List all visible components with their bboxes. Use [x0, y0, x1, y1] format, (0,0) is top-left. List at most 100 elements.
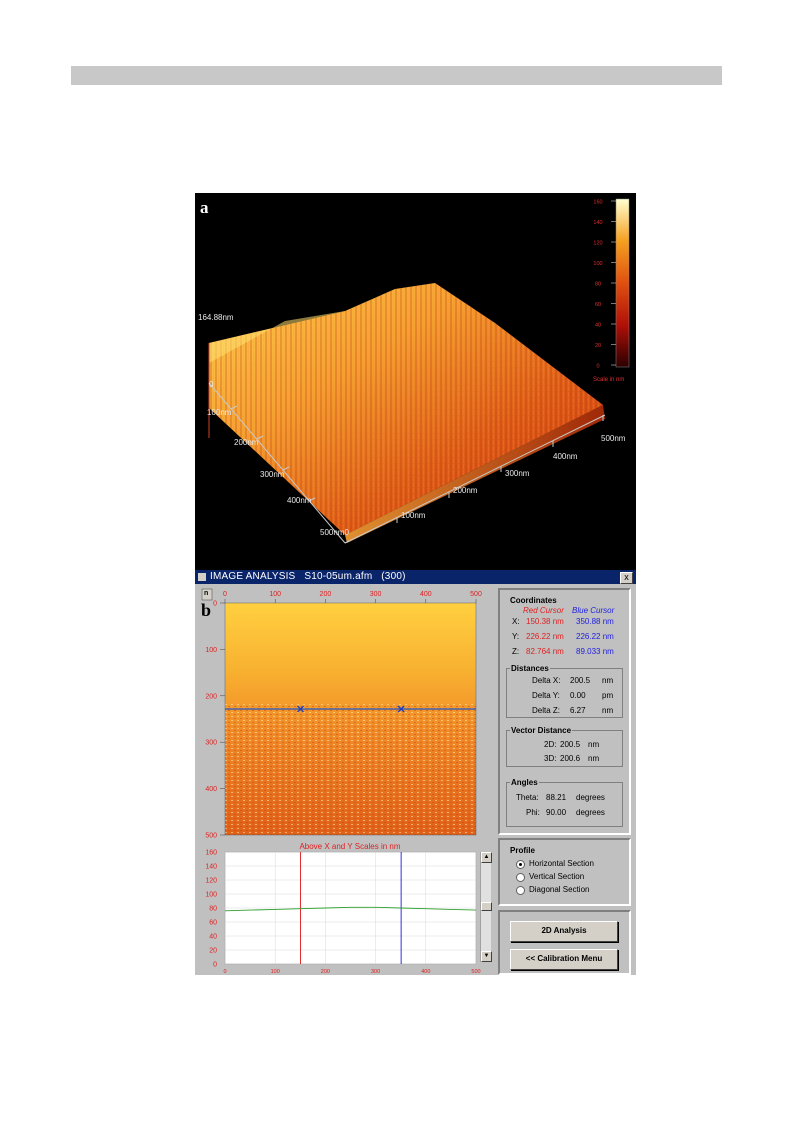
profile-y-tick-label: 20 — [209, 948, 217, 955]
blue-x-value: 350.88 nm — [576, 617, 614, 626]
delta-y-label: Delta Y: — [532, 691, 560, 700]
2d-analysis-button[interactable]: 2D Analysis — [510, 921, 618, 942]
colorbar-caption: Scale in nm — [593, 377, 624, 383]
left-axis-label: 200nm — [234, 438, 259, 447]
vector-2d-value: 200.5 — [560, 740, 581, 749]
calibration-menu-button[interactable]: << Calibration Menu — [510, 949, 618, 970]
blue-z-value: 89.033 nm — [576, 647, 614, 656]
left-axis-label: 0 — [209, 380, 214, 389]
delta-z-label: Delta Z: — [532, 706, 561, 715]
profile-y-tick-label: 0 — [213, 962, 217, 969]
phi-label: Phi: — [526, 808, 540, 817]
colorbar-tick-label: 160 — [593, 200, 602, 206]
theta-value: 88.21 — [546, 793, 567, 802]
profile-option-label: Horizontal Section — [529, 859, 594, 868]
analysis-plots: 0 100 200 300 400 500010020030040050016014012… — [195, 584, 495, 975]
profile-option-vertical[interactable]: Vertical Section — [516, 872, 626, 883]
afm-3d-panel: 164.88nm 0 100nm 200nm 300nm 400nm 500nm… — [195, 193, 636, 570]
image-y-tick-label: 0 — [213, 601, 217, 608]
image-x-tick-label: 100 — [269, 591, 281, 598]
left-axis-label: 400nm — [287, 496, 312, 505]
profile-y-tick-label: 160 — [205, 850, 217, 857]
colorbar-tick-label: 80 — [595, 282, 601, 288]
image-x-tick-label: 0 — [223, 591, 227, 598]
image-x-tick-label: 500 — [470, 591, 482, 598]
surface-texture — [209, 283, 603, 535]
profile-y-tick-label: 140 — [205, 864, 217, 871]
colorbar-tick-label: 40 — [595, 323, 601, 329]
vector-2d-label: 2D: — [544, 740, 557, 749]
profile-title: Profile — [510, 846, 535, 855]
profile-x-tick-label: 300 — [371, 969, 380, 975]
profile-y-tick-label: 80 — [209, 906, 217, 913]
panel-letter-a: a — [200, 198, 209, 217]
phi-unit: degrees — [576, 808, 605, 817]
profile-caption: Above X and Y Scales in nm — [299, 842, 400, 851]
colorbar-tick-label: 0 — [596, 364, 599, 370]
action-panel: 2D Analysis << Calibration Menu — [498, 910, 631, 975]
right-axis-label: 100nm — [401, 511, 426, 520]
delta-x-unit: nm — [602, 676, 614, 685]
coord-axis-label: X: — [512, 617, 520, 626]
coordinates-title: Coordinates — [510, 596, 557, 605]
theta-label: Theta: — [516, 793, 539, 802]
image-y-tick-label: 200 — [205, 693, 217, 700]
scroll-down-button[interactable]: ▼ — [481, 951, 492, 962]
colorbar — [615, 198, 630, 368]
scroll-up-button[interactable]: ▲ — [481, 852, 492, 863]
image-y-tick-label: 300 — [205, 740, 217, 747]
image-y-tick-label: 100 — [205, 647, 217, 654]
vector-3d-label: 3D: — [544, 754, 557, 763]
coord-axis-label: Y: — [512, 632, 520, 641]
image-y-tick-label: 400 — [205, 786, 217, 793]
profile-x-tick-label: 0 — [223, 969, 226, 975]
radio-icon[interactable] — [516, 873, 525, 882]
right-axis-label: 400nm — [553, 452, 578, 461]
profile-option-diagonal[interactable]: Diagonal Section — [516, 885, 626, 896]
delta-y-value: 0.00 — [570, 691, 586, 700]
distances-title: Distances — [510, 664, 550, 673]
window-titlebar[interactable]: IMAGE ANALYSIS S10-05um.afm (300) x — [195, 570, 636, 584]
right-axis-label: 300nm — [505, 469, 530, 478]
window-title: IMAGE ANALYSIS S10-05um.afm (300) — [210, 571, 406, 582]
image-x-tick-label: 200 — [320, 591, 332, 598]
left-axis-label: 300nm — [260, 470, 285, 479]
right-axis-label: 200nm — [453, 486, 478, 495]
profile-x-tick-label: 500 — [471, 969, 480, 975]
image-y-tick-label: 500 — [205, 833, 217, 840]
vector-3d-unit: nm — [588, 754, 600, 763]
vector-2d-unit: nm — [588, 740, 600, 749]
image-analysis-window: IMAGE ANALYSIS S10-05um.afm (300) x 0 10… — [195, 570, 636, 975]
phi-value: 90.00 — [546, 808, 567, 817]
scroll-thumb[interactable] — [481, 902, 492, 911]
vector-3d-value: 200.6 — [560, 754, 581, 763]
panel-letter-b: b — [201, 600, 212, 620]
blue-cursor-header: Blue Cursor — [572, 606, 615, 615]
close-button[interactable]: x — [620, 572, 633, 584]
theta-unit: degrees — [576, 793, 605, 802]
left-axis-label: 500nm0 — [320, 528, 349, 537]
corner-label[interactable]: n — [204, 590, 208, 597]
angles-group — [506, 782, 623, 827]
profile-panel: Profile Horizontal Section Vertical Sect… — [498, 838, 631, 906]
profile-y-tick-label: 60 — [209, 920, 217, 927]
height-label: 164.88nm — [198, 313, 234, 322]
colorbar-ticks: 160 140 120 100 80 60 40 20 0 — [593, 200, 616, 370]
vector-distance-title: Vector Distance — [510, 726, 573, 735]
profile-scrollbar[interactable]: ▲ ▼ — [480, 852, 492, 962]
delta-y-unit: pm — [602, 691, 614, 700]
profile-option-label: Vertical Section — [529, 872, 585, 881]
app-icon — [198, 573, 206, 581]
page-header-bar — [71, 66, 722, 85]
profile-y-tick-label: 100 — [205, 892, 217, 899]
red-x-value: 150.38 nm — [526, 617, 564, 626]
radio-icon[interactable] — [516, 860, 525, 869]
profile-option-horizontal[interactable]: Horizontal Section — [516, 859, 626, 870]
delta-x-value: 200.5 — [570, 676, 591, 685]
blue-y-value: 226.22 nm — [576, 632, 614, 641]
radio-icon[interactable] — [516, 886, 525, 895]
afm-3d-render: 164.88nm 0 100nm 200nm 300nm 400nm 500nm… — [198, 198, 630, 544]
colorbar-tick-label: 120 — [593, 241, 602, 247]
left-axis-label: 100nm — [207, 408, 232, 417]
colorbar-tick-label: 60 — [595, 302, 601, 308]
